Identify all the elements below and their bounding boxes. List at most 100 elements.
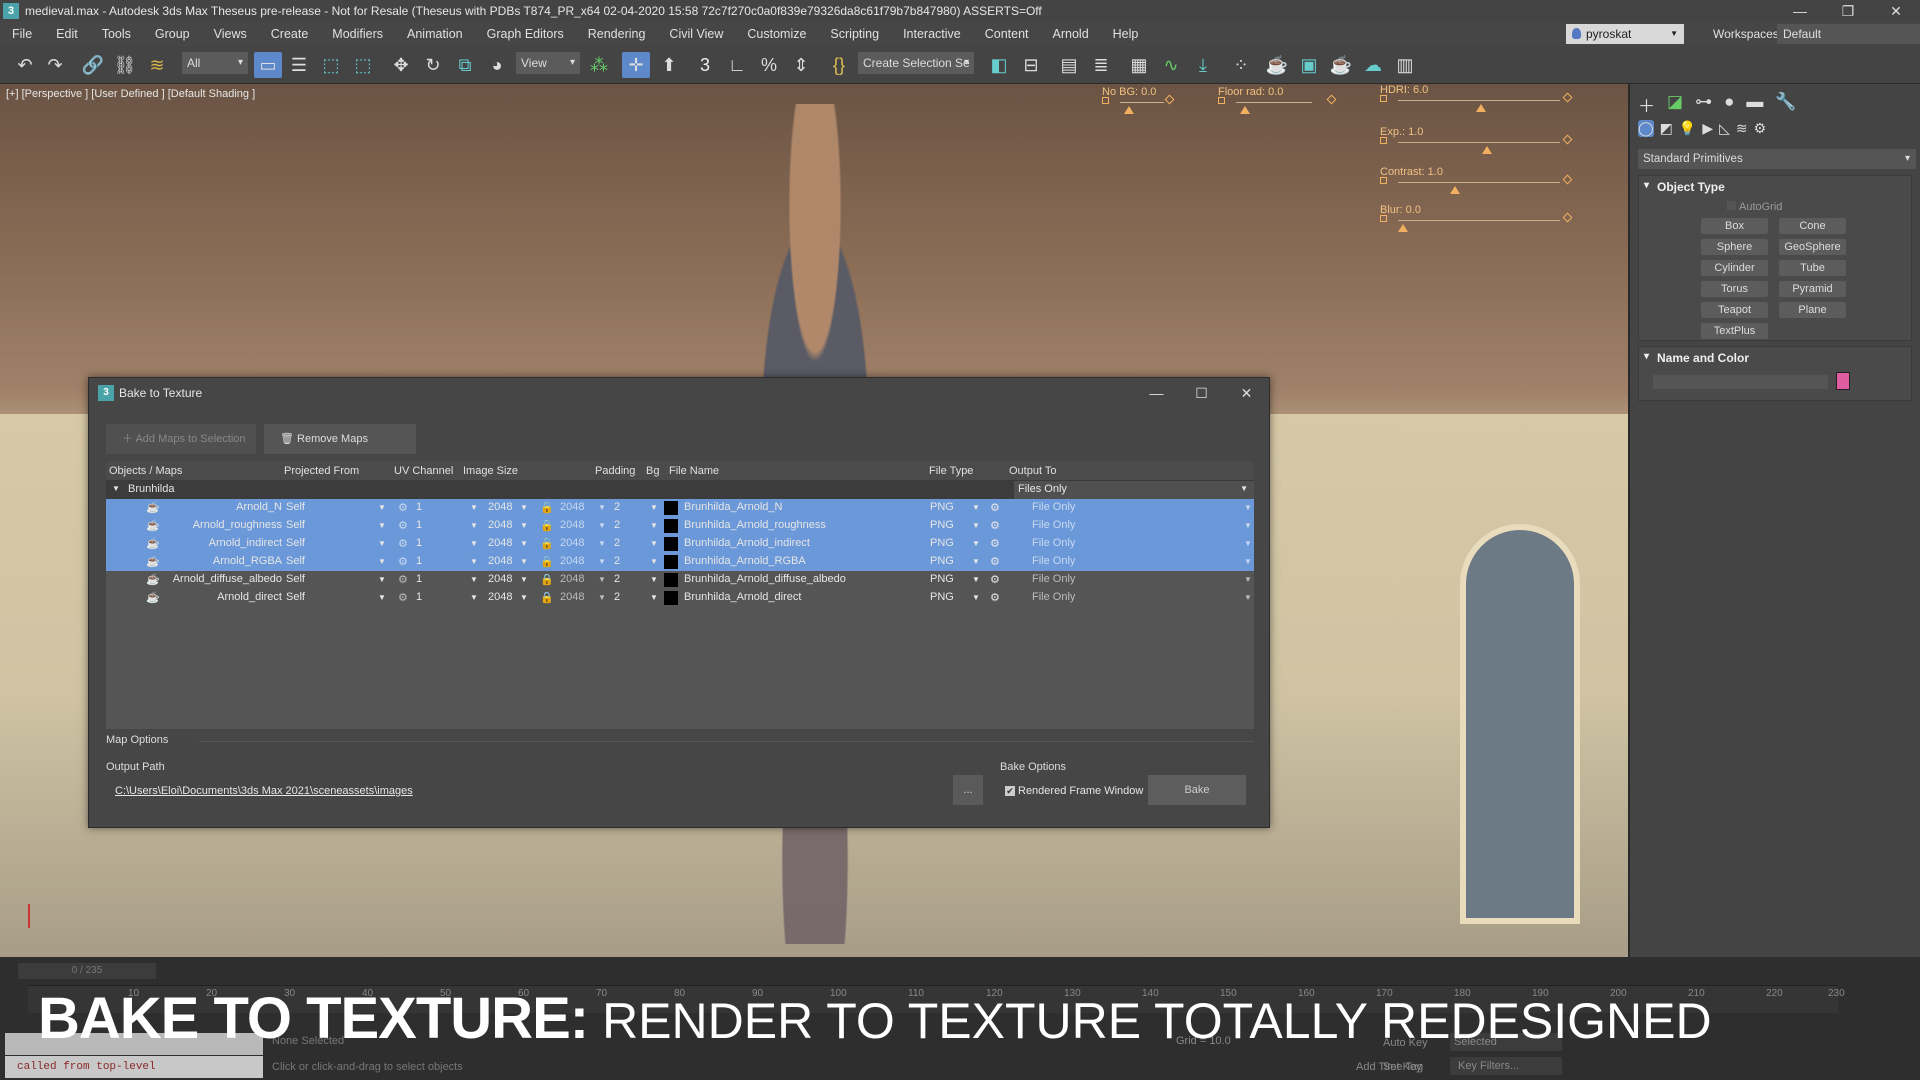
- col-objects-maps[interactable]: Objects / Maps: [109, 465, 182, 477]
- dope-sheet-icon[interactable]: ⤓: [1190, 52, 1216, 78]
- output-to-dropdown[interactable]: File Only: [1032, 591, 1075, 603]
- move-icon[interactable]: ✥: [388, 52, 414, 78]
- menu-tools[interactable]: Tools: [90, 27, 143, 41]
- rotate-icon[interactable]: ↻: [420, 52, 446, 78]
- curve-editor-icon[interactable]: ∿: [1158, 52, 1184, 78]
- hud-blur[interactable]: Blur: 0.0: [1380, 204, 1573, 238]
- hud-no-bg[interactable]: No BG: 0.0: [1102, 86, 1175, 120]
- file-type-settings-icon[interactable]: ⚙: [990, 573, 1000, 586]
- background-color-swatch[interactable]: [664, 555, 678, 569]
- file-type-settings-icon[interactable]: ⚙: [990, 555, 1000, 568]
- menu-arnold[interactable]: Arnold: [1041, 27, 1101, 41]
- menu-civil-view[interactable]: Civil View: [657, 27, 735, 41]
- dialog-close-button[interactable]: ✕: [1224, 378, 1269, 408]
- time-slider[interactable]: 0 / 235: [18, 963, 156, 979]
- map-row[interactable]: ☕ Arnold_roughness Self ▼ ⚙ 1 ▼ 2048 ▼ 🔒…: [106, 517, 1254, 535]
- projected-from-dropdown[interactable]: Self: [286, 501, 305, 513]
- cylinder-button[interactable]: Cylinder: [1701, 260, 1768, 276]
- hierarchy-tab-icon[interactable]: ⊶: [1695, 92, 1712, 117]
- object-type-header[interactable]: Object Type: [1639, 176, 1911, 194]
- add-maps-to-selection-button[interactable]: ＋ Add Maps to Selection: [106, 424, 256, 454]
- teapot-button[interactable]: Teapot: [1701, 302, 1768, 318]
- space-warps-icon[interactable]: ≋: [1736, 120, 1748, 137]
- sphere-button[interactable]: Sphere: [1701, 239, 1768, 255]
- edit-named-selection-icon[interactable]: {}: [826, 52, 852, 78]
- hud-floor-rad[interactable]: Floor rad: 0.0: [1218, 86, 1337, 120]
- select-manipulate-icon[interactable]: ✛: [622, 52, 650, 78]
- background-color-swatch[interactable]: [664, 537, 678, 551]
- menu-group[interactable]: Group: [143, 27, 202, 41]
- set-key-button[interactable]: Set Key: [1383, 1061, 1422, 1073]
- helpers-icon[interactable]: ◺: [1719, 120, 1730, 137]
- menu-edit[interactable]: Edit: [44, 27, 90, 41]
- output-to-dropdown[interactable]: File Only: [1032, 555, 1075, 567]
- hud-contrast[interactable]: Contrast: 1.0: [1380, 166, 1573, 200]
- map-options-label[interactable]: Map Options: [106, 734, 168, 746]
- group-output-dropdown[interactable]: Files Only ▼: [1014, 481, 1254, 499]
- key-filters-button[interactable]: Key Filters...: [1450, 1057, 1562, 1075]
- file-type-settings-icon[interactable]: ⚙: [990, 501, 1000, 514]
- col-bg[interactable]: Bg: [646, 465, 659, 477]
- motion-tab-icon[interactable]: ●: [1724, 92, 1734, 117]
- angle-snap-icon[interactable]: ∟: [724, 52, 750, 78]
- uv-channel-dropdown[interactable]: 1: [416, 537, 422, 549]
- dialog-title-bar[interactable]: 3 Bake to Texture — ☐ ✕: [89, 378, 1269, 408]
- plane-button[interactable]: Plane: [1779, 302, 1846, 318]
- menu-content[interactable]: Content: [973, 27, 1041, 41]
- pivot-center-icon[interactable]: ⁂: [586, 52, 612, 78]
- mirror-icon[interactable]: ◧: [986, 52, 1012, 78]
- file-name-input[interactable]: Brunhilda_Arnold_RGBA: [684, 555, 806, 567]
- lock-icon[interactable]: 🔒: [540, 555, 554, 568]
- image-width-dropdown[interactable]: 2048: [488, 537, 512, 549]
- render-production-icon[interactable]: ☕: [1328, 52, 1354, 78]
- image-height-dropdown[interactable]: 2048: [560, 555, 584, 567]
- file-type-dropdown[interactable]: PNG: [930, 591, 954, 603]
- map-row[interactable]: ☕ Arnold_diffuse_albedo Self ▼ ⚙ 1 ▼ 204…: [106, 571, 1254, 589]
- image-width-dropdown[interactable]: 2048: [488, 501, 512, 513]
- uv-channel-dropdown[interactable]: 1: [416, 501, 422, 513]
- col-image-size[interactable]: Image Size: [463, 465, 518, 477]
- align-icon[interactable]: ⊟: [1018, 52, 1044, 78]
- col-output-to[interactable]: Output To: [1009, 465, 1057, 477]
- lock-icon[interactable]: 🔒: [540, 537, 554, 550]
- background-color-swatch[interactable]: [664, 519, 678, 533]
- toggle-ribbon-icon[interactable]: ▦: [1126, 52, 1152, 78]
- projection-settings-icon[interactable]: ⚙: [398, 591, 408, 604]
- map-row[interactable]: ☕ Arnold_N Self ▼ ⚙ 1 ▼ 2048 ▼ 🔒 2048 ▼ …: [106, 499, 1254, 517]
- render-cloud-icon[interactable]: ☁: [1360, 52, 1386, 78]
- render-setup-icon[interactable]: ☕: [1264, 52, 1290, 78]
- col-uv-channel[interactable]: UV Channel: [394, 465, 453, 477]
- redo-icon[interactable]: ↷: [42, 52, 68, 78]
- tube-button[interactable]: Tube: [1779, 260, 1846, 276]
- map-row[interactable]: ☕ Arnold_RGBA Self ▼ ⚙ 1 ▼ 2048 ▼ 🔒 2048…: [106, 553, 1254, 571]
- dialog-maximize-button[interactable]: ☐: [1179, 378, 1224, 408]
- render-shortcut-icon[interactable]: ▥: [1392, 52, 1418, 78]
- padding-dropdown[interactable]: 2: [614, 519, 620, 531]
- uv-channel-dropdown[interactable]: 1: [416, 555, 422, 567]
- col-padding[interactable]: Padding: [595, 465, 635, 477]
- image-width-dropdown[interactable]: 2048: [488, 591, 512, 603]
- pyramid-button[interactable]: Pyramid: [1779, 281, 1846, 297]
- background-color-swatch[interactable]: [664, 501, 678, 515]
- file-type-dropdown[interactable]: PNG: [930, 555, 954, 567]
- object-group-row[interactable]: ▼ Brunhilda Files Only ▼: [106, 481, 1254, 499]
- menu-rendering[interactable]: Rendering: [576, 27, 658, 41]
- file-name-input[interactable]: Brunhilda_Arnold_N: [684, 501, 782, 513]
- rendered-frame-window-icon[interactable]: ▣: [1296, 52, 1322, 78]
- image-height-dropdown[interactable]: 2048: [560, 591, 584, 603]
- projected-from-dropdown[interactable]: Self: [286, 573, 305, 585]
- link-icon[interactable]: 🔗: [80, 52, 106, 78]
- torus-button[interactable]: Torus: [1701, 281, 1768, 297]
- image-width-dropdown[interactable]: 2048: [488, 555, 512, 567]
- modify-tab-icon[interactable]: ◪: [1667, 92, 1683, 117]
- reference-coordinate-dropdown[interactable]: View: [516, 52, 580, 74]
- cameras-icon[interactable]: ▶: [1702, 120, 1713, 137]
- menu-help[interactable]: Help: [1101, 27, 1151, 41]
- image-height-dropdown[interactable]: 2048: [560, 537, 584, 549]
- projection-settings-icon[interactable]: ⚙: [398, 573, 408, 586]
- menu-views[interactable]: Views: [202, 27, 259, 41]
- background-color-swatch[interactable]: [664, 573, 678, 587]
- file-type-dropdown[interactable]: PNG: [930, 519, 954, 531]
- file-type-settings-icon[interactable]: ⚙: [990, 519, 1000, 532]
- file-type-settings-icon[interactable]: ⚙: [990, 591, 1000, 604]
